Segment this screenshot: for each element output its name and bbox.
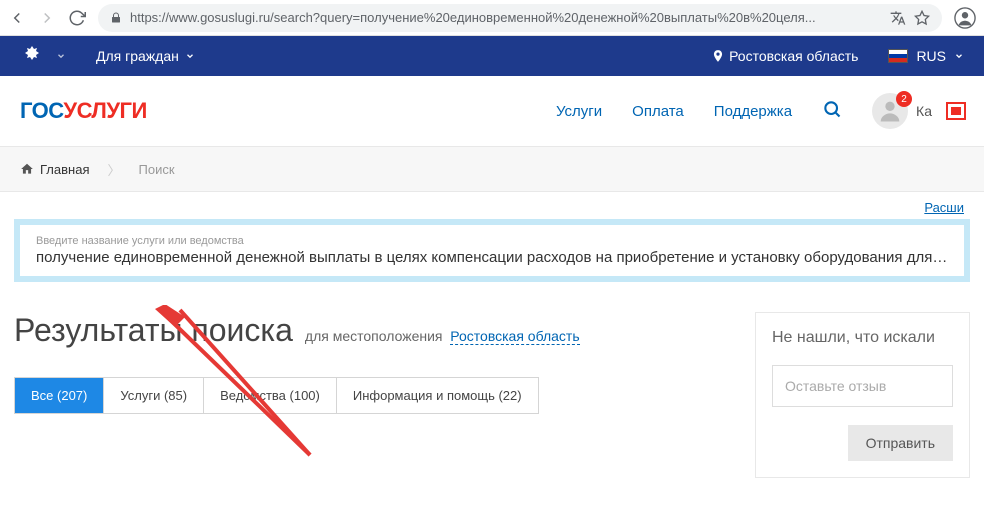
feedback-input[interactable]: Оставьте отзыв	[772, 365, 953, 407]
search-input-value: получение единовременной денежной выплат…	[36, 249, 948, 266]
notification-badge: 2	[896, 91, 912, 107]
citizens-dropdown[interactable]: Для граждан	[96, 48, 195, 64]
site-logo[interactable]: госуслуги	[20, 98, 147, 124]
pin-icon	[711, 49, 725, 63]
lang-label: RUS	[916, 48, 946, 64]
red-indicator	[948, 104, 964, 118]
logo-part2: услуги	[63, 98, 146, 123]
lock-icon	[110, 12, 122, 24]
nav-support[interactable]: Поддержка	[714, 103, 792, 120]
breadcrumb: Главная 〉 Поиск	[0, 146, 984, 192]
home-icon	[20, 162, 34, 176]
breadcrumb-home-label: Главная	[40, 162, 89, 177]
site-header: госуслуги Услуги Оплата Поддержка 2 Ка	[0, 76, 984, 146]
main-nav: Услуги Оплата Поддержка	[556, 99, 842, 123]
url-text: https://www.gosuslugi.ru/search?query=по…	[130, 10, 882, 25]
forward-button[interactable]	[38, 9, 56, 27]
citizens-label: Для граждан	[96, 48, 179, 64]
search-panel[interactable]: Введите название услуги или ведомства по…	[14, 219, 970, 282]
reload-button[interactable]	[68, 9, 86, 27]
star-icon[interactable]	[914, 10, 930, 26]
results-title: Результаты поиска	[14, 312, 293, 349]
breadcrumb-current-label: Поиск	[139, 162, 175, 177]
emblem-dropdown[interactable]	[56, 48, 66, 64]
breadcrumb-current: Поиск	[139, 162, 175, 177]
language-selector[interactable]: RUS	[888, 48, 964, 64]
feedback-submit-button[interactable]: Отправить	[848, 425, 953, 461]
chevron-down-icon	[954, 51, 964, 61]
nav-services[interactable]: Услуги	[556, 103, 602, 120]
tab-services[interactable]: Услуги (85)	[104, 378, 204, 413]
feedback-title: Не нашли, что искали	[772, 329, 953, 347]
results-subtitle: для местоположения Ростовская область	[305, 328, 580, 344]
back-button[interactable]	[8, 9, 26, 27]
tab-info[interactable]: Информация и помощь (22)	[337, 378, 538, 413]
translate-icon[interactable]	[890, 10, 906, 26]
tab-all[interactable]: Все (207)	[15, 378, 104, 413]
emblem-icon	[20, 44, 44, 68]
region-selector[interactable]: Ростовская область	[711, 48, 858, 64]
gov-top-bar: Для граждан Ростовская область RUS	[0, 36, 984, 76]
user-menu[interactable]: 2 Ка	[872, 93, 964, 129]
search-icon[interactable]	[822, 99, 842, 123]
feedback-panel: Не нашли, что искали Оставьте отзыв Отпр…	[755, 312, 970, 478]
breadcrumb-separator: 〉	[107, 160, 120, 179]
logo-part1: гос	[20, 98, 63, 123]
profile-icon[interactable]	[954, 7, 976, 29]
address-bar[interactable]: https://www.gosuslugi.ru/search?query=по…	[98, 4, 942, 32]
expand-search-link[interactable]: Расши	[0, 192, 984, 219]
breadcrumb-home[interactable]: Главная	[20, 162, 89, 177]
tab-agencies[interactable]: Ведомства (100)	[204, 378, 337, 413]
flag-icon	[888, 49, 908, 63]
location-link[interactable]: Ростовская область	[450, 328, 579, 345]
region-label: Ростовская область	[729, 48, 858, 64]
results-tabs: Все (207) Услуги (85) Ведомства (100) Ин…	[14, 377, 539, 414]
results-heading: Результаты поиска для местоположения Рос…	[14, 312, 735, 349]
browser-toolbar: https://www.gosuslugi.ru/search?query=по…	[0, 0, 984, 36]
user-name: Ка	[916, 103, 932, 119]
chevron-down-icon	[185, 51, 195, 61]
nav-payment[interactable]: Оплата	[632, 103, 684, 120]
search-input-label: Введите название услуги или ведомства	[36, 235, 948, 247]
